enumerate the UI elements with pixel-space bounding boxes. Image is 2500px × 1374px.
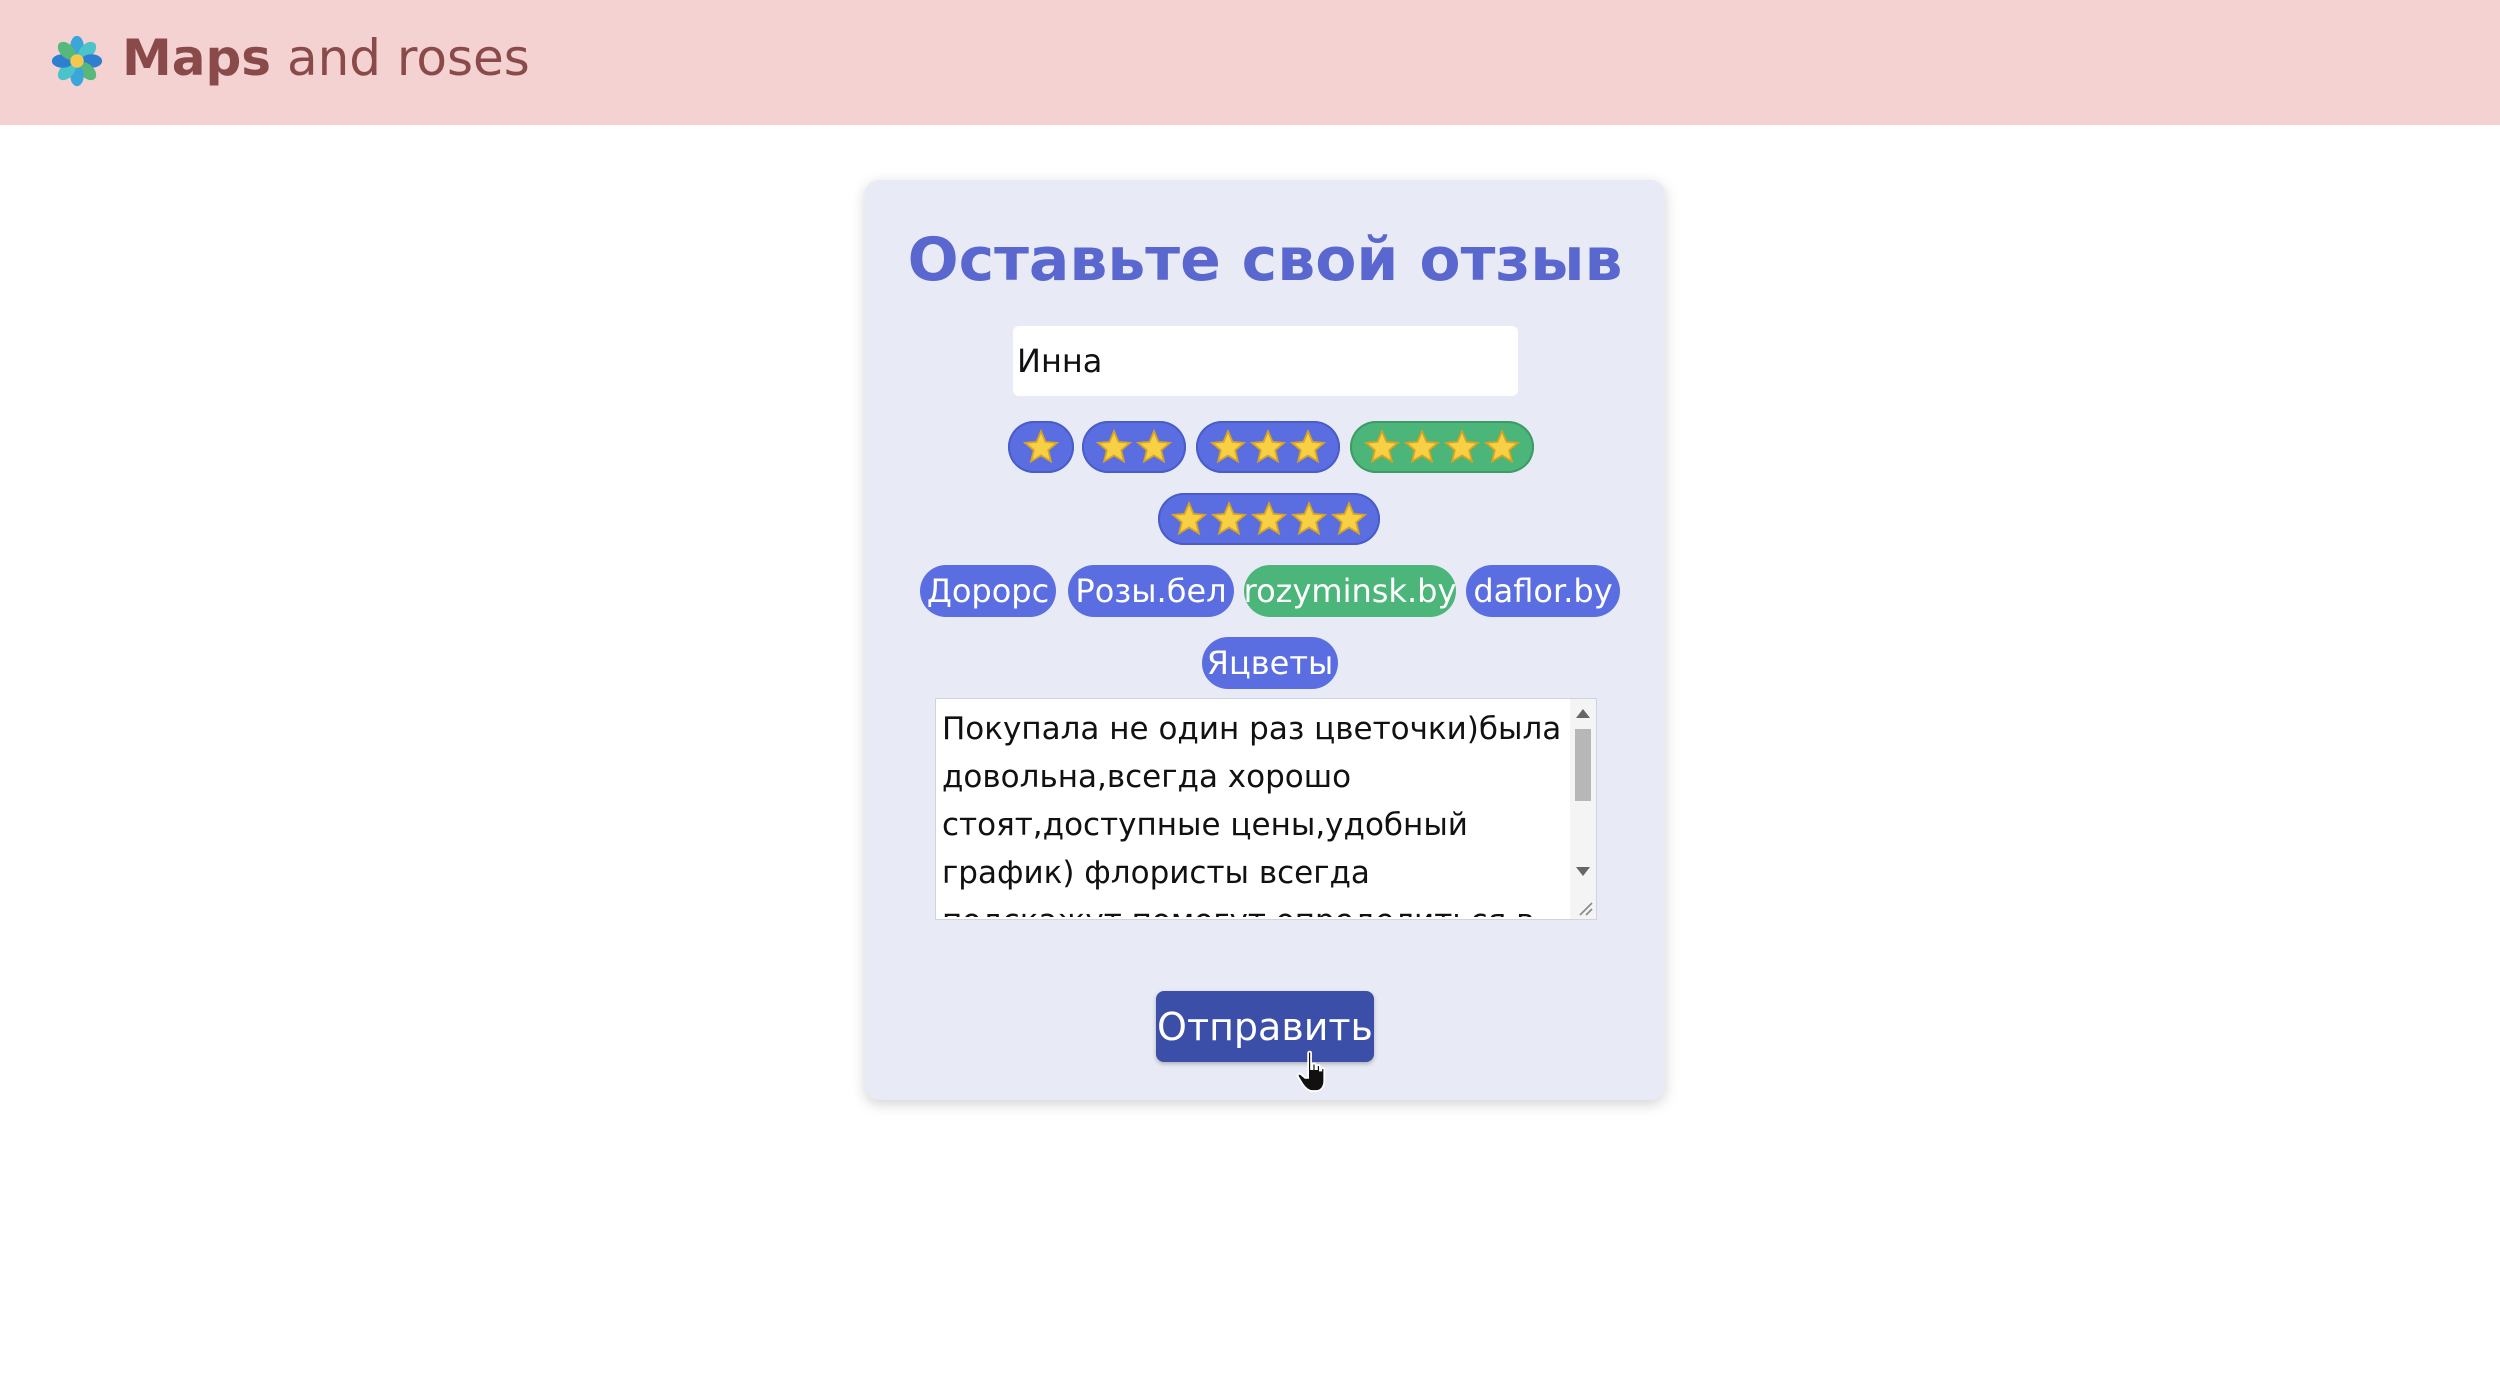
textarea-scrollbar[interactable]: [1570, 699, 1596, 919]
star-icon: [1484, 429, 1520, 464]
star-icon: [1136, 429, 1172, 464]
star-icon: [1211, 501, 1247, 536]
shop-chip-yatsvety[interactable]: Яцветы: [1202, 637, 1338, 689]
star-icon: [1364, 429, 1400, 464]
submit-button[interactable]: Отправить: [1156, 991, 1374, 1062]
star-icon: [1210, 429, 1246, 464]
rating-1-stars[interactable]: [1008, 421, 1074, 473]
star-icon: [1250, 429, 1286, 464]
brand-name[interactable]: Maps and roses: [122, 26, 530, 90]
rating-2-stars[interactable]: [1082, 421, 1186, 473]
star-icon: [1096, 429, 1132, 464]
star-icon: [1404, 429, 1440, 464]
brand-bold: Maps: [122, 29, 272, 87]
form-title: Оставьте свой отзыв: [907, 225, 1623, 295]
star-icon: [1444, 429, 1480, 464]
review-textarea[interactable]: Покупала не один раз цветочки)была довол…: [940, 701, 1570, 917]
star-icon: [1331, 501, 1367, 536]
shop-chip-rozyminsk[interactable]: rozyminsk.by: [1244, 565, 1456, 617]
star-icon: [1171, 501, 1207, 536]
name-input[interactable]: [1013, 326, 1518, 396]
hand-cursor-icon: [1296, 1050, 1326, 1092]
scroll-thumb[interactable]: [1575, 729, 1591, 801]
shop-chip-dorors[interactable]: Дорорс: [920, 565, 1056, 617]
rating-3-stars[interactable]: [1196, 421, 1340, 473]
star-icon: [1023, 429, 1059, 464]
scroll-down-arrow-icon[interactable]: [1576, 867, 1590, 876]
scroll-up-arrow-icon[interactable]: [1576, 709, 1590, 718]
rating-4-stars[interactable]: [1350, 421, 1534, 473]
brand-rest: and roses: [271, 29, 530, 87]
star-icon: [1291, 501, 1327, 536]
rating-5-stars[interactable]: [1158, 493, 1380, 545]
flower-icon[interactable]: [48, 32, 106, 90]
shop-chip-daflor[interactable]: daflor.by: [1466, 565, 1620, 617]
review-textarea-box[interactable]: Покупала не один раз цветочки)была довол…: [935, 698, 1597, 920]
resize-grip-icon[interactable]: [1576, 899, 1594, 917]
star-icon: [1251, 501, 1287, 536]
star-icon: [1290, 429, 1326, 464]
shop-chip-rozy-bel[interactable]: Розы.бел: [1068, 565, 1234, 617]
site-header: Maps and roses: [0, 0, 2500, 125]
